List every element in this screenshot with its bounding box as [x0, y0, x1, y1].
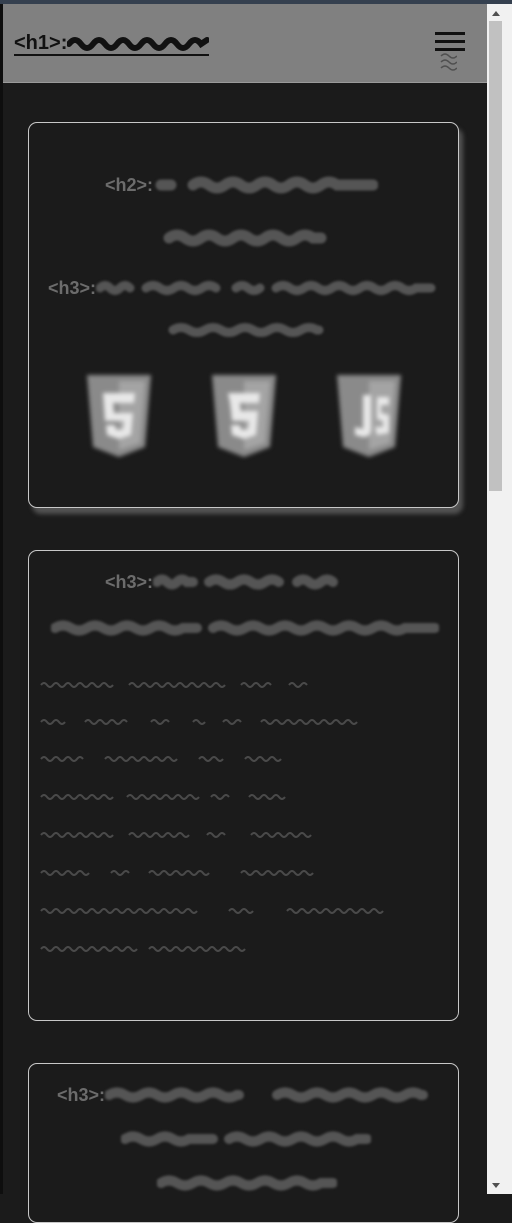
javascript-logo-icon: [337, 375, 401, 457]
card2-heading-h3: <h3>:: [105, 571, 381, 593]
scroll-up-arrow-icon[interactable]: [487, 4, 504, 21]
h2-tag-label: <h2>:: [105, 175, 154, 195]
redacted-title-text: [67, 37, 210, 51]
content-card: <h3>:: [28, 550, 459, 1021]
scroll-down-arrow-icon[interactable]: [487, 1177, 504, 1194]
redacted-subheading-text-line2: [168, 323, 324, 337]
redacted-heading-text: [105, 1087, 429, 1103]
redacted-heading-text: [153, 574, 339, 590]
css3-logo-icon: [212, 375, 276, 457]
vertical-scrollbar[interactable]: [487, 4, 504, 1194]
redacted-heading-text: [155, 176, 379, 194]
redacted-heading-text-line2: [163, 229, 327, 247]
window-left-border: [0, 4, 3, 1194]
page-title: <h1>:: [14, 32, 210, 56]
redacted-heading-text-line2: [51, 620, 439, 636]
h3-tag-label: <h3>:: [105, 572, 154, 592]
menu-bar-middle: [435, 40, 465, 43]
html5-logo-icon: [87, 375, 151, 457]
card1-heading-h2: <h2>:: [105, 173, 379, 197]
redacted-subheading-text: [96, 281, 436, 295]
hamburger-menu-button[interactable]: [431, 28, 465, 76]
window-right-gutter: [504, 4, 512, 1194]
redacted-heading-text-line2: [121, 1131, 371, 1147]
redacted-heading-text-line3: [157, 1175, 337, 1191]
h3-tag-label: <h3>:: [57, 1085, 106, 1105]
intro-card: <h2>: <h3>:: [28, 122, 459, 508]
h1-tag-label: <h1>:: [14, 32, 68, 54]
content-card-3: <h3>:: [28, 1063, 459, 1223]
h3-tag-label: <h3>:: [48, 278, 97, 298]
menu-caption-scribble: [440, 53, 457, 71]
menu-bar-bottom: [435, 48, 465, 51]
menu-bar-top: [435, 32, 465, 35]
scrollbar-thumb[interactable]: [489, 21, 502, 491]
card3-heading-h3: <h3>:: [57, 1084, 429, 1106]
site-header: <h1>:: [3, 4, 487, 83]
redacted-paragraph: [40, 682, 384, 952]
card1-heading-h3: <h3>:: [48, 277, 436, 299]
